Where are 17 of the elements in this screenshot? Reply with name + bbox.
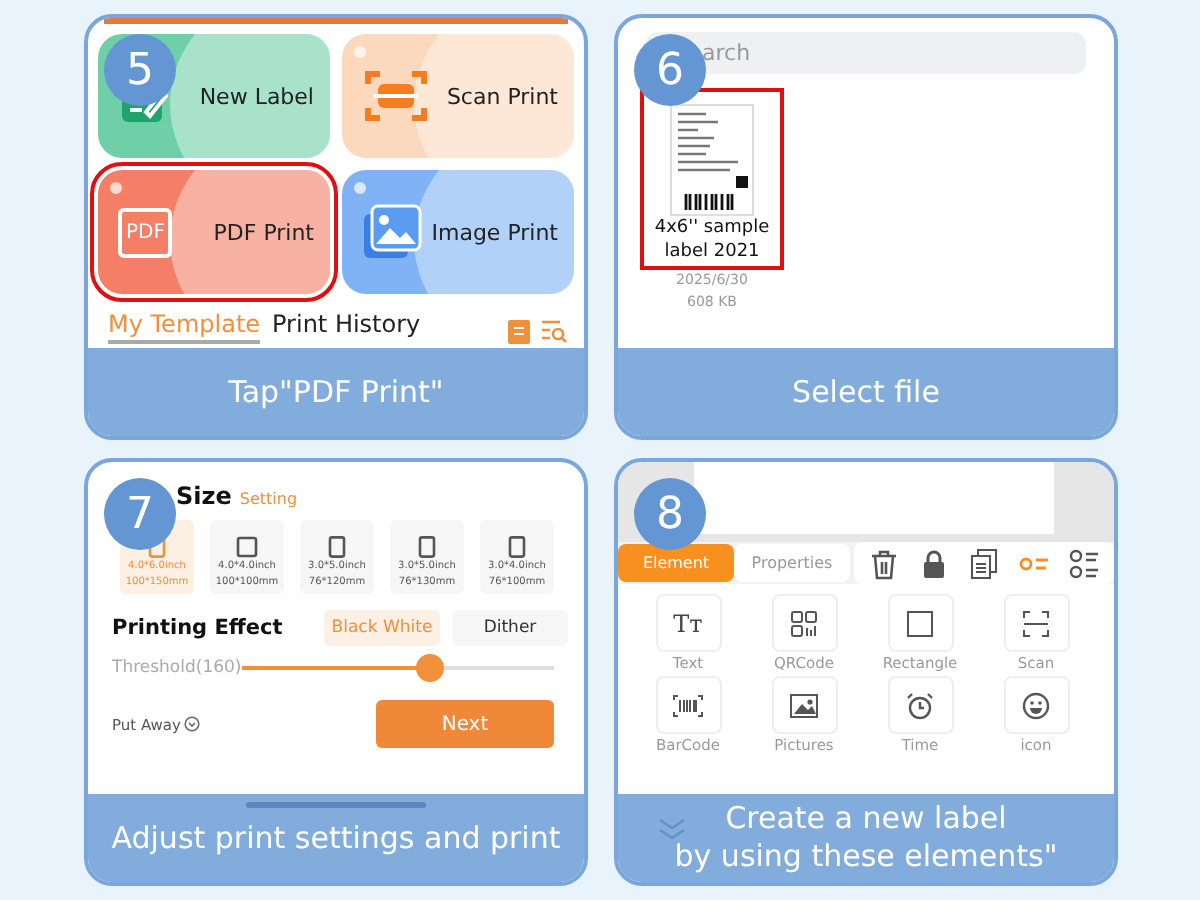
- caption-text: by using these elements": [674, 838, 1058, 876]
- tile-label: Scan Print: [446, 83, 558, 109]
- caption-text: Adjust print settings and print: [111, 819, 561, 857]
- step-number-overlay: 6: [634, 34, 706, 106]
- section-title: Size: [176, 482, 232, 510]
- step-number-overlay: 7: [104, 478, 176, 550]
- pdf-icon: PDF: [118, 207, 173, 257]
- tile-label: New Label: [199, 83, 314, 109]
- caption-text: Create a new label: [725, 800, 1007, 838]
- file-name: 4x6'' sample label 2021: [652, 216, 772, 264]
- caption-text: Tap"PDF Print": [228, 373, 444, 411]
- tile-label: PDF Print: [213, 219, 314, 245]
- caption-text: Select file: [792, 373, 940, 411]
- threshold-label: Threshold(160): [112, 658, 242, 678]
- section-title: Printing Effect: [112, 616, 285, 640]
- text-icon: Tт: [673, 609, 703, 637]
- tile-label: Image Print: [431, 219, 558, 245]
